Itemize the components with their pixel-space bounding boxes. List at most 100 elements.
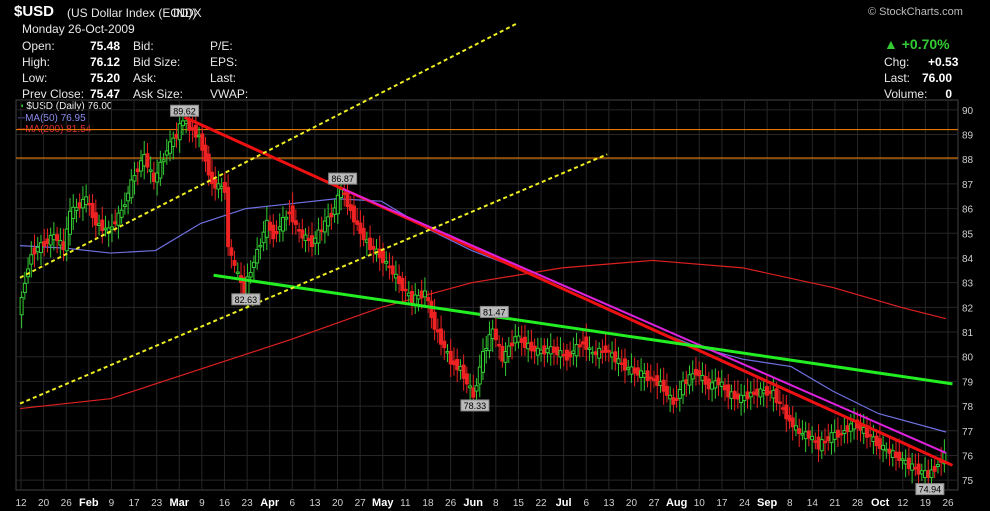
y-tick-label: 88 [962, 155, 974, 166]
candle-body [829, 432, 834, 444]
candle-body [577, 344, 582, 348]
candle-body [926, 470, 931, 478]
x-tick-label: 6 [583, 498, 589, 509]
x-tick-label: 26 [61, 498, 73, 509]
candle-body [268, 221, 273, 231]
candle-body [506, 345, 511, 357]
candle-body [397, 275, 402, 285]
candle-body [84, 196, 89, 205]
candle-body [439, 328, 444, 345]
candle-body [903, 459, 908, 465]
x-tick-label: 15 [513, 498, 525, 509]
candle-body [255, 249, 260, 264]
candle-body [309, 235, 314, 247]
candle-body [935, 464, 940, 467]
candle-body [790, 417, 795, 428]
candle-body [290, 205, 295, 223]
candle-body [519, 338, 524, 343]
candle-body [887, 448, 892, 454]
candle-body [500, 345, 505, 362]
candle-body [545, 348, 550, 353]
x-tick-label: 20 [332, 498, 344, 509]
candle-body [142, 154, 147, 167]
candle-body [29, 254, 34, 265]
candle-body [481, 351, 485, 373]
candle-body [380, 250, 385, 264]
y-tick-label: 83 [962, 279, 974, 290]
candle-body [226, 186, 231, 248]
candle-body [371, 245, 376, 250]
candle-body [868, 434, 873, 437]
y-tick-label: 89 [962, 131, 974, 142]
candle-body [58, 240, 63, 246]
candle-body [639, 370, 644, 378]
candle-body [180, 120, 185, 126]
candle-body [284, 216, 289, 220]
candle-body [693, 368, 698, 376]
x-tick-label: 21 [829, 498, 841, 509]
candle-body [322, 220, 327, 233]
candle-body [351, 205, 356, 223]
candle-body [151, 172, 156, 183]
candle-body [329, 212, 334, 218]
candle-body [616, 358, 621, 364]
candle-body [771, 389, 776, 399]
candle-body [280, 216, 285, 232]
candle-body [668, 394, 673, 400]
x-tick-label: Sep [757, 497, 777, 509]
candle-body [458, 366, 463, 371]
candle-body [535, 347, 540, 356]
candle-body [190, 127, 195, 131]
candle-body [316, 229, 321, 244]
x-tick-label: 16 [219, 498, 231, 509]
candle-body [264, 219, 269, 238]
candle-body [442, 340, 447, 349]
candle-body [484, 348, 489, 351]
yellow-trendline [19, 153, 608, 405]
candle-body [393, 273, 398, 279]
candle-body [358, 222, 363, 234]
candle-body [661, 379, 666, 392]
candle-body [839, 432, 844, 436]
candle-body [193, 124, 198, 138]
x-tick-label: 9 [199, 498, 205, 509]
candle-body [216, 183, 221, 190]
candle-body [748, 392, 753, 398]
candle-body [126, 192, 131, 202]
candle-body [277, 226, 282, 230]
candle-body [219, 185, 224, 189]
candle-body [929, 469, 934, 479]
candle-body [913, 466, 918, 470]
x-tick-label: 8 [787, 498, 793, 509]
candle-body [229, 247, 234, 256]
candle-body [832, 431, 837, 440]
y-tick-label: 80 [962, 353, 974, 364]
green-trendline [213, 273, 953, 386]
candle-body [800, 433, 805, 436]
candle-body [816, 436, 821, 450]
price-annotation-label: 86.87 [331, 174, 354, 184]
candle-body [529, 341, 534, 352]
y-tick-label: 85 [962, 229, 974, 240]
candle-body [287, 211, 292, 215]
candle-body [826, 436, 831, 442]
candle-body [777, 401, 782, 405]
candle-body [722, 384, 727, 391]
candle-body [539, 349, 544, 354]
candle-body [342, 192, 347, 195]
candle-body [429, 300, 434, 318]
candle-body [497, 343, 502, 347]
x-tick-label: 8 [493, 498, 499, 509]
x-tick-label: 26 [445, 498, 457, 509]
candle-body [835, 429, 840, 438]
candle-body [332, 207, 337, 215]
candle-body [93, 212, 98, 226]
candle-body [319, 229, 324, 233]
candle-body [558, 350, 563, 358]
candle-body [687, 374, 692, 386]
candle-body [122, 204, 127, 208]
candle-body [493, 328, 498, 341]
candle-body [584, 336, 589, 350]
candle-body [619, 362, 624, 366]
y-tick-label: 82 [962, 303, 974, 314]
